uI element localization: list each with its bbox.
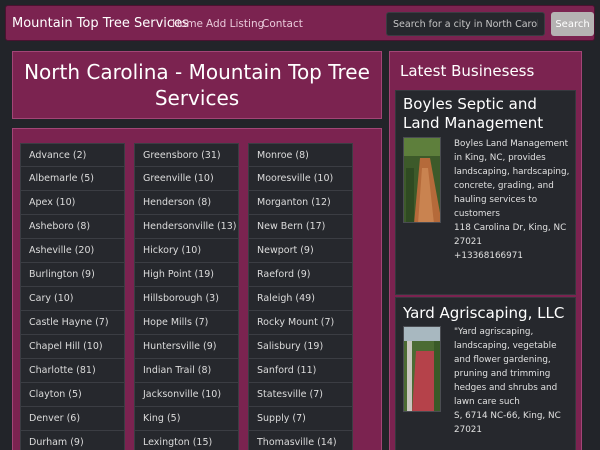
top-navbar: Mountain Top Tree Services Home Add List…: [5, 5, 595, 41]
city-link[interactable]: Hope Mills (7): [134, 311, 239, 335]
city-link[interactable]: Supply (7): [248, 407, 353, 431]
city-link[interactable]: Apex (10): [20, 191, 125, 215]
city-link[interactable]: Raeford (9): [248, 263, 353, 287]
latest-businesses-heading: Latest Businesess: [400, 62, 535, 80]
business-description-text: "Yard agriscaping, landscaping, vegetabl…: [454, 327, 558, 407]
city-link[interactable]: Greensboro (31): [134, 143, 239, 167]
city-link[interactable]: Huntersville (9): [134, 335, 239, 359]
city-link[interactable]: High Point (19): [134, 263, 239, 287]
business-photo[interactable]: [403, 326, 441, 412]
city-link[interactable]: Asheville (20): [20, 239, 125, 263]
city-link[interactable]: Mooresville (10): [248, 167, 353, 191]
page-title-panel: North Carolina - Mountain Top Tree Servi…: [12, 51, 382, 119]
city-link[interactable]: Burlington (9): [20, 263, 125, 287]
nav-contact-link[interactable]: Contact: [262, 18, 303, 30]
latest-businesses-panel: Latest Businesess Boyles Septic and Land…: [389, 51, 582, 450]
city-list-panel: Advance (2) Albemarle (5) Apex (10) Ashebor…: [12, 128, 382, 450]
city-link[interactable]: Indian Trail (8): [134, 359, 239, 383]
city-link[interactable]: New Bern (17): [248, 215, 353, 239]
city-link[interactable]: Albemarle (5): [20, 167, 125, 191]
city-link[interactable]: Morganton (12): [248, 191, 353, 215]
business-card[interactable]: Yard Agriscaping, LLC "Yard agriscaping,…: [395, 297, 576, 450]
business-description-text: Boyles Land Management in King, NC, prov…: [454, 139, 570, 219]
city-link[interactable]: Salisbury (19): [248, 335, 353, 359]
city-search-input[interactable]: [386, 12, 545, 36]
brand-link[interactable]: Mountain Top Tree Services: [12, 16, 189, 31]
business-description: Boyles Land Management in King, NC, prov…: [454, 137, 574, 263]
business-photo[interactable]: [403, 137, 441, 223]
business-address: S, 6714 NC-66, King, NC 27021: [454, 411, 561, 435]
city-link[interactable]: Lexington (15): [134, 431, 239, 450]
city-link[interactable]: Jacksonville (10): [134, 383, 239, 407]
city-link[interactable]: Greenville (10): [134, 167, 239, 191]
city-link[interactable]: King (5): [134, 407, 239, 431]
business-description: "Yard agriscaping, landscaping, vegetabl…: [454, 325, 574, 437]
city-link[interactable]: Hickory (10): [134, 239, 239, 263]
search-button[interactable]: Search: [551, 12, 594, 36]
city-link[interactable]: Denver (6): [20, 407, 125, 431]
city-link[interactable]: Sanford (11): [248, 359, 353, 383]
city-link[interactable]: Newport (9): [248, 239, 353, 263]
city-link[interactable]: Asheboro (8): [20, 215, 125, 239]
city-link[interactable]: Hillsborough (3): [134, 287, 239, 311]
city-link[interactable]: Castle Hayne (7): [20, 311, 125, 335]
city-link[interactable]: Henderson (8): [134, 191, 239, 215]
business-phone: +13368166971: [454, 251, 523, 261]
business-name[interactable]: Boyles Septic and Land Management: [403, 95, 573, 133]
city-link[interactable]: Chapel Hill (10): [20, 335, 125, 359]
city-link[interactable]: Thomasville (14): [248, 431, 353, 450]
city-link[interactable]: Rocky Mount (7): [248, 311, 353, 335]
business-card[interactable]: Boyles Septic and Land Management Boyles…: [395, 90, 576, 295]
city-link[interactable]: Hendersonville (13): [134, 215, 239, 239]
business-name[interactable]: Yard Agriscaping, LLC: [403, 304, 573, 323]
city-link[interactable]: Durham (9): [20, 431, 125, 450]
city-link[interactable]: Statesville (7): [248, 383, 353, 407]
nav-home-link[interactable]: Home: [172, 18, 203, 30]
page-title: North Carolina - Mountain Top Tree Servi…: [24, 60, 370, 110]
business-address: 118 Carolina Dr, King, NC 27021: [454, 223, 567, 247]
city-link[interactable]: Charlotte (81): [20, 359, 125, 383]
nav-add-listing-link[interactable]: Add Listing: [206, 18, 264, 30]
city-link[interactable]: Raleigh (49): [248, 287, 353, 311]
city-link[interactable]: Advance (2): [20, 143, 125, 167]
city-link[interactable]: Monroe (8): [248, 143, 353, 167]
city-link[interactable]: Clayton (5): [20, 383, 125, 407]
city-link[interactable]: Cary (10): [20, 287, 125, 311]
